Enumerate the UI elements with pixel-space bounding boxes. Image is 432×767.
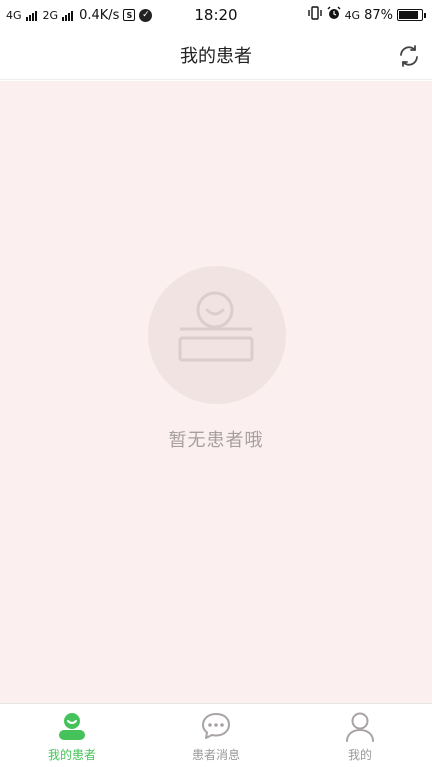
- battery-icon: [397, 9, 426, 21]
- person-icon: [344, 710, 376, 742]
- tab-my-patients[interactable]: 我的患者: [0, 704, 144, 767]
- empty-state-message: 暂无患者哦: [168, 430, 264, 451]
- patient-icon: [56, 710, 88, 742]
- tab-mine[interactable]: 我的: [288, 704, 432, 767]
- status-bar: 4G 2G 0.4K/s S ✓ 18:20 4G 87%: [0, 0, 432, 30]
- network-2g-label: 2G: [42, 8, 59, 22]
- vibrate-icon: [307, 6, 323, 24]
- refresh-icon: [400, 45, 418, 67]
- network-speed: 0.4K/s: [79, 7, 120, 23]
- tab-label: 患者消息: [191, 748, 240, 762]
- empty-person-icon: [178, 291, 254, 362]
- check-icon: ✓: [139, 8, 153, 22]
- signal-icon-2: [62, 10, 74, 21]
- status-right: 4G 87%: [307, 6, 426, 24]
- tab-patient-messages[interactable]: 患者消息: [144, 704, 288, 767]
- status-left: 4G 2G 0.4K/s S ✓: [6, 7, 153, 23]
- empty-patient-illustration: [148, 266, 286, 404]
- patient-list-area: 暂无患者哦: [0, 81, 432, 703]
- bottom-tab-bar: 我的患者 患者消息 我的: [0, 703, 432, 767]
- tab-label: 我的患者: [47, 748, 96, 762]
- battery-percent: 87%: [364, 7, 393, 23]
- network-4g-label-right: 4G: [344, 8, 361, 22]
- refresh-button[interactable]: [396, 43, 422, 69]
- signal-icon: [25, 10, 37, 21]
- page-title: 我的患者: [180, 45, 252, 67]
- sim-icon: S: [123, 9, 136, 21]
- alarm-icon: [327, 6, 341, 24]
- tab-label: 我的: [347, 748, 372, 762]
- chat-bubble-icon: [200, 710, 232, 742]
- app-header: 我的患者: [0, 30, 432, 80]
- network-4g-label: 4G: [6, 8, 22, 22]
